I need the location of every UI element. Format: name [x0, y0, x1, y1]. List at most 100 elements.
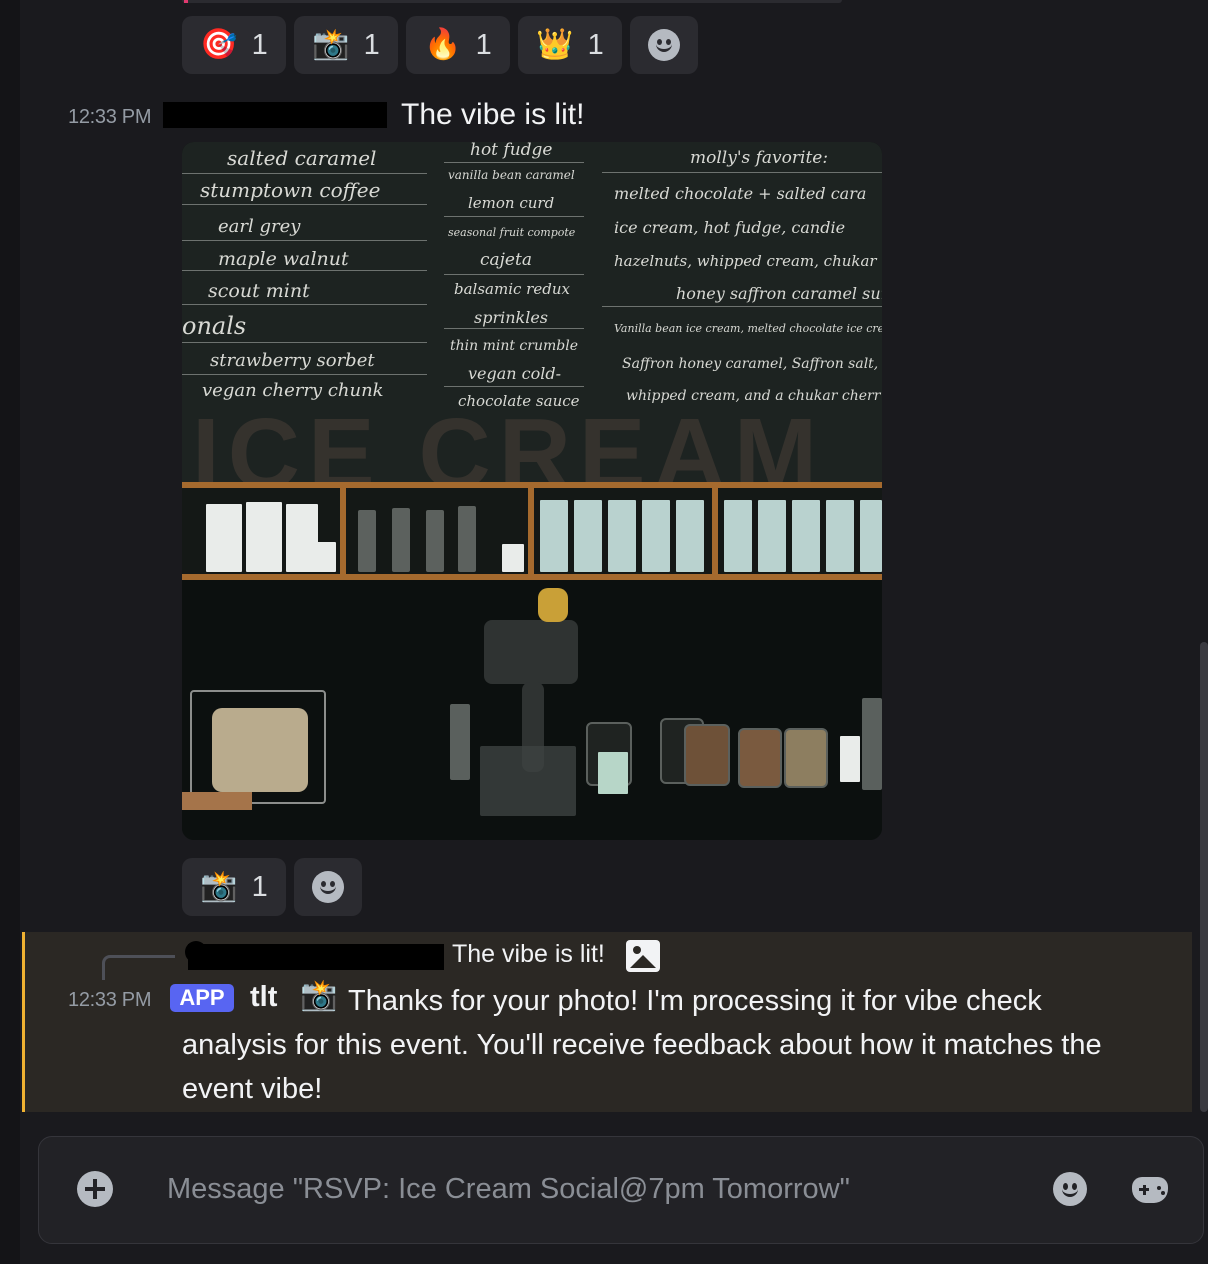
- small-cup: [598, 752, 628, 794]
- reply-connector: [102, 955, 175, 980]
- emoji-icon[interactable]: [1053, 1172, 1087, 1206]
- previous-embed-accent: [184, 0, 188, 3]
- menu-item: onals: [182, 312, 247, 340]
- menu-item: seasonal fruit compote: [448, 226, 576, 239]
- add-reaction-icon: [648, 29, 680, 61]
- paper-bag: [212, 708, 308, 792]
- plus-icon[interactable]: [77, 1171, 113, 1207]
- milkshake-mixer: [484, 620, 578, 684]
- menu-item: salted caramel: [227, 146, 377, 170]
- cup-stack: [206, 504, 242, 572]
- glass-stack: [458, 506, 476, 572]
- stir-stick-jar: [684, 724, 730, 786]
- reaction-target[interactable]: 🎯 1: [182, 16, 286, 74]
- add-reaction-button[interactable]: [294, 858, 362, 916]
- add-reaction-icon: [312, 871, 344, 903]
- chalkboard-menu: ICE CREAM salted caramel stumptown coffe…: [182, 142, 882, 510]
- teal-cup-stack: [724, 500, 752, 572]
- teal-cup-stack: [574, 500, 602, 572]
- chalk-rule: [182, 173, 427, 174]
- glass-stack: [426, 510, 444, 572]
- chalk-rule: [444, 328, 584, 329]
- reaction-count: 1: [363, 28, 380, 61]
- left-rail: [0, 0, 21, 1264]
- teal-cup-stack: [758, 500, 786, 572]
- message-text: The vibe is lit!: [401, 98, 585, 131]
- image-icon: [626, 940, 660, 972]
- steel-cup: [450, 704, 470, 780]
- menu-item: maple walnut: [218, 248, 349, 270]
- cup-stack: [306, 542, 336, 572]
- menu-item: sprinkles: [474, 308, 549, 327]
- menu-item: vegan cherry chunk: [202, 380, 384, 401]
- reaction-camera[interactable]: 📸 1: [294, 16, 398, 74]
- bot-message-text: Thanks for your photo! I'm processing it…: [182, 985, 1102, 1105]
- menu-item: honey saffron caramel sunda: [676, 284, 882, 303]
- teal-cup-stack: [826, 500, 854, 572]
- reaction-crown[interactable]: 👑 1: [518, 16, 622, 74]
- chat-area: 🎯 1 📸 1 🔥 1 👑 1 12:33 PM The vibe is lit…: [20, 0, 1208, 1264]
- chalk-rule: [182, 240, 427, 241]
- reaction-count: 1: [587, 28, 604, 61]
- shelf-post: [528, 484, 534, 576]
- redacted-username: [163, 102, 387, 128]
- message-composer[interactable]: Message "RSVP: Ice Cream Social@7pm Tomo…: [38, 1136, 1204, 1244]
- chalk-rule: [602, 306, 882, 307]
- chalk-rule: [182, 270, 427, 271]
- menu-item: earl grey: [218, 216, 301, 237]
- crown-emoji-icon: 👑: [536, 27, 574, 62]
- reaction-fire[interactable]: 🔥 1: [406, 16, 510, 74]
- menu-item: vegan cold-: [468, 364, 562, 383]
- mixer-base: [480, 746, 576, 816]
- menu-item: stumptown coffee: [200, 178, 381, 202]
- chalk-rule: [182, 374, 427, 375]
- jar: [784, 728, 828, 788]
- teal-cup-stack: [792, 500, 820, 572]
- menu-item: hot fudge: [470, 142, 553, 160]
- reaction-bar-photo: 📸 1: [182, 858, 362, 916]
- target-emoji-icon: 🎯: [200, 27, 238, 62]
- menu-item: chocolate sauce: [458, 392, 580, 410]
- teal-cup-stack: [608, 500, 636, 572]
- reaction-camera[interactable]: 📸 1: [182, 858, 286, 916]
- fire-emoji-icon: 🔥: [424, 27, 462, 62]
- message-input[interactable]: Message "RSVP: Ice Cream Social@7pm Tomo…: [167, 1173, 850, 1206]
- squeeze-bottle: [840, 736, 860, 782]
- previous-embed-edge: [182, 0, 842, 3]
- menu-item: whipped cream, and a chukar cherr: [626, 388, 881, 404]
- menu-item: lemon curd: [468, 194, 555, 212]
- reply-preview-text[interactable]: The vibe is lit!: [452, 940, 605, 969]
- chalk-rule: [444, 274, 584, 275]
- camera-flash-emoji-icon: 📸: [312, 27, 350, 62]
- chalk-rule: [444, 386, 584, 387]
- teal-cup-stack: [676, 500, 704, 572]
- wooden-tray: [182, 792, 252, 810]
- chalk-rule: [444, 162, 584, 163]
- teal-cup-stack: [860, 500, 882, 572]
- glass-stack: [358, 510, 376, 572]
- camera-flash-emoji-icon: 📸: [200, 869, 238, 904]
- menu-item: cajeta: [480, 250, 532, 270]
- steel-canister: [862, 698, 882, 790]
- menu-item: Saffron honey caramel, Saffron salt,: [622, 356, 879, 372]
- chalk-rule: [182, 304, 427, 305]
- photo-attachment[interactable]: ICE CREAM salted caramel stumptown coffe…: [182, 142, 882, 840]
- menu-item: balsamic redux: [454, 280, 570, 298]
- gamepad-icon[interactable]: [1132, 1177, 1168, 1203]
- chalk-rule: [444, 216, 584, 217]
- cup-stack: [502, 544, 524, 572]
- add-reaction-button[interactable]: [630, 16, 698, 74]
- menu-item: strawberry sorbet: [210, 350, 375, 371]
- menu-item: ice cream, hot fudge, candie: [614, 218, 846, 237]
- message-timestamp: 12:33 PM: [68, 106, 152, 128]
- scrollbar[interactable]: [1200, 642, 1208, 1112]
- chalk-rule: [182, 204, 427, 205]
- menu-item: molly's favorite:: [690, 148, 829, 168]
- reaction-bar-top: 🎯 1 📸 1 🔥 1 👑 1: [182, 16, 698, 74]
- cup-stack: [246, 502, 282, 572]
- stir-stick-jar: [738, 728, 782, 788]
- redacted-reply-username: [188, 944, 444, 970]
- menu-item: hazelnuts, whipped cream, chukar: [614, 252, 877, 270]
- teal-cup-stack: [642, 500, 670, 572]
- chalk-rule: [182, 342, 427, 343]
